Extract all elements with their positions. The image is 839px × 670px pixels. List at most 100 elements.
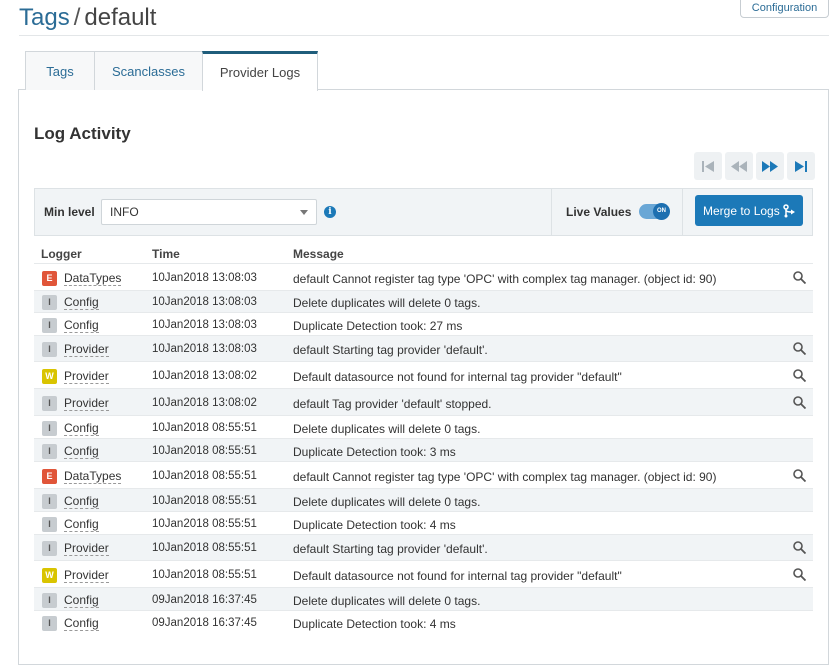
logger-link[interactable]: Provider [64,541,109,556]
log-table-body: E DataTypes 10Jan2018 13:08:03 default Cann… [34,263,813,633]
column-header-message[interactable]: Message [293,247,344,261]
toggle-knob: ON [653,203,670,220]
column-header-time[interactable]: Time [152,247,180,261]
time-cell: 10Jan2018 13:08:03 [152,272,257,284]
logger-link[interactable]: Provider [64,568,109,583]
logger-link[interactable]: DataTypes [64,469,122,484]
log-pager [694,152,815,180]
level-badge: I [42,616,57,631]
column-header-logger[interactable]: Logger [41,247,82,261]
breadcrumb-root-link[interactable]: Tags [19,4,70,31]
level-badge: E [42,469,57,484]
table-row[interactable]: I Config 10Jan2018 13:08:03 Delete duplicat… [34,290,813,312]
message-cell: Duplicate Detection took: 4 ms [293,518,456,532]
section-title: Log Activity [34,124,131,143]
message-cell: Default datasource not found for interna… [293,370,622,384]
provider-logs-panel: Log Activity Min level INFO i Live Value… [18,89,829,665]
search-icon[interactable] [793,369,806,382]
tab-tags[interactable]: Tags [25,51,95,90]
message-cell: default Cannot register tag type 'OPC' w… [293,272,717,286]
configuration-button[interactable]: Configuration [740,0,829,18]
tab-scanclasses[interactable]: Scanclasses [94,51,203,90]
time-cell: 10Jan2018 13:08:02 [152,397,257,409]
table-row[interactable]: I Provider 10Jan2018 13:08:02 default Tag p… [34,388,813,415]
table-row[interactable]: I Config 10Jan2018 08:55:51 Delete duplicat… [34,415,813,438]
chevron-down-icon [300,210,308,215]
info-icon[interactable]: i [324,206,336,218]
filter-divider [551,189,552,235]
rewind-icon [731,160,747,172]
table-row[interactable]: E DataTypes 10Jan2018 08:55:51 default Cann… [34,461,813,488]
logger-link[interactable]: Config [64,593,99,608]
search-icon[interactable] [793,271,806,284]
first-page-button[interactable] [694,152,722,180]
logger-link[interactable]: Provider [64,342,109,357]
logger-link[interactable]: Config [64,421,99,436]
filter-divider [682,189,683,235]
title-divider [19,35,829,36]
level-badge: I [42,593,57,608]
message-cell: Delete duplicates will delete 0 tags. [293,594,481,608]
level-badge: E [42,271,57,286]
table-row[interactable]: I Config 10Jan2018 13:08:03 Duplicate Detec… [34,312,813,335]
min-level-select[interactable]: INFO [101,199,317,225]
logger-link[interactable]: DataTypes [64,271,122,286]
message-cell: default Tag provider 'default' stopped. [293,397,492,411]
search-icon[interactable] [793,541,806,554]
time-cell: 10Jan2018 13:08:02 [152,370,257,382]
level-badge: W [42,568,57,583]
message-cell: Delete duplicates will delete 0 tags. [293,296,481,310]
last-page-button[interactable] [787,152,815,180]
level-badge: I [42,421,57,436]
logger-link[interactable]: Provider [64,369,109,384]
min-level-value: INFO [110,205,139,219]
logger-link[interactable]: Config [64,517,99,532]
logger-link[interactable]: Provider [64,396,109,411]
level-badge: I [42,295,57,310]
live-values-label: Live Values [566,205,632,219]
table-row[interactable]: E DataTypes 10Jan2018 13:08:03 default Cann… [34,263,813,290]
level-badge: W [42,369,57,384]
search-icon[interactable] [793,568,806,581]
last-page-icon [794,160,807,172]
search-icon[interactable] [793,342,806,355]
logger-link[interactable]: Config [64,444,99,459]
logger-link[interactable]: Config [64,318,99,333]
table-row[interactable]: I Provider 10Jan2018 08:55:51 default Start… [34,534,813,560]
level-badge: I [42,444,57,459]
logger-link[interactable]: Config [64,295,99,310]
fast-forward-icon [762,160,778,172]
rewind-button[interactable] [725,152,753,180]
table-row[interactable]: W Provider 10Jan2018 08:55:51 Default datas… [34,560,813,587]
live-values-toggle[interactable]: ON [639,203,670,220]
table-row[interactable]: W Provider 10Jan2018 13:08:02 Default datas… [34,361,813,388]
search-icon[interactable] [793,469,806,482]
level-badge: I [42,396,57,411]
table-row[interactable]: I Provider 10Jan2018 13:08:03 default Start… [34,335,813,361]
time-cell: 10Jan2018 13:08:03 [152,343,257,355]
level-badge: I [42,517,57,532]
merge-icon [783,204,795,218]
table-row[interactable]: I Config 10Jan2018 08:55:51 Duplicate Detec… [34,438,813,461]
min-level-label: Min level [44,205,95,219]
message-cell: Delete duplicates will delete 0 tags. [293,422,481,436]
breadcrumb-current: default [84,4,157,31]
logger-link[interactable]: Config [64,616,99,631]
table-row[interactable]: I Config 10Jan2018 08:55:51 Duplicate Detec… [34,511,813,534]
message-cell: default Cannot register tag type 'OPC' w… [293,470,717,484]
level-badge: I [42,318,57,333]
merge-to-logs-button[interactable]: Merge to Logs [695,195,803,226]
time-cell: 09Jan2018 16:37:45 [152,594,257,606]
search-icon[interactable] [793,396,806,409]
message-cell: Delete duplicates will delete 0 tags. [293,495,481,509]
time-cell: 10Jan2018 08:55:51 [152,542,257,554]
fast-forward-button[interactable] [756,152,784,180]
tab-provider-logs[interactable]: Provider Logs [202,51,318,91]
table-row[interactable]: I Config 09Jan2018 16:37:45 Delete duplicat… [34,587,813,610]
tab-bar: Tags Scanclasses Provider Logs [25,51,318,91]
logger-link[interactable]: Config [64,494,99,509]
table-row[interactable]: I Config 09Jan2018 16:37:45 Duplicate Detec… [34,610,813,633]
filter-bar: Min level INFO i Live Values ON Merge to… [34,188,813,236]
time-cell: 09Jan2018 16:37:45 [152,617,257,629]
table-row[interactable]: I Config 10Jan2018 08:55:51 Delete duplicat… [34,488,813,511]
